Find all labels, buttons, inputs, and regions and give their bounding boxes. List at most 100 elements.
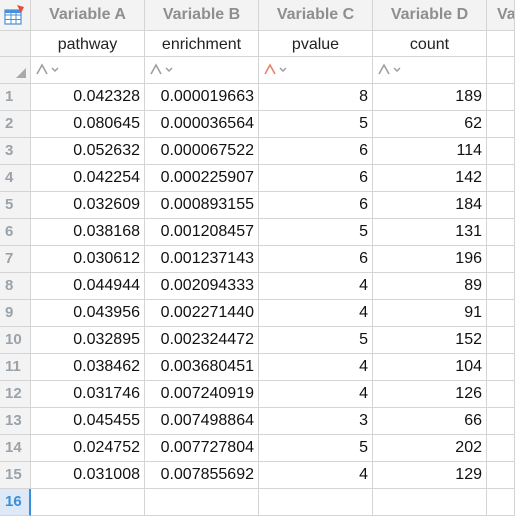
- table-cell[interactable]: 0.003680451: [145, 354, 259, 381]
- row-header[interactable]: 16: [0, 489, 31, 516]
- table-cell[interactable]: 0.080645: [31, 111, 145, 138]
- table-cell[interactable]: 0.042328: [31, 84, 145, 111]
- table-cell[interactable]: 0.002271440: [145, 300, 259, 327]
- table-cell[interactable]: 4: [259, 273, 373, 300]
- column-header-4[interactable]: Variable D: [373, 0, 487, 31]
- row-header[interactable]: 5: [0, 192, 31, 219]
- select-all-corner[interactable]: [0, 57, 31, 84]
- table-cell[interactable]: 5: [259, 111, 373, 138]
- table-cell[interactable]: 0.038462: [31, 354, 145, 381]
- table-cell[interactable]: [487, 381, 515, 408]
- row-header[interactable]: 13: [0, 408, 31, 435]
- table-cell[interactable]: [487, 246, 515, 273]
- table-cell[interactable]: 0.024752: [31, 435, 145, 462]
- table-grid-icon[interactable]: [3, 4, 27, 28]
- table-cell[interactable]: 5: [259, 435, 373, 462]
- table-cell[interactable]: [487, 192, 515, 219]
- sparkline-icon[interactable]: [377, 62, 403, 76]
- table-cell[interactable]: 6: [259, 165, 373, 192]
- table-cell[interactable]: 5: [259, 219, 373, 246]
- table-cell[interactable]: 6: [259, 138, 373, 165]
- row-header[interactable]: 8: [0, 273, 31, 300]
- table-cell[interactable]: 0.031008: [31, 462, 145, 489]
- table-cell[interactable]: 4: [259, 462, 373, 489]
- table-cell[interactable]: 0.000067522: [145, 138, 259, 165]
- table-cell[interactable]: 89: [373, 273, 487, 300]
- column-filter-3[interactable]: [259, 57, 373, 84]
- table-cell[interactable]: 8: [259, 84, 373, 111]
- column-name-1[interactable]: pathway: [31, 31, 145, 57]
- table-cell[interactable]: 0.042254: [31, 165, 145, 192]
- table-cell[interactable]: 0.032609: [31, 192, 145, 219]
- table-cell[interactable]: [487, 462, 515, 489]
- table-cell[interactable]: [487, 219, 515, 246]
- table-cell[interactable]: 126: [373, 381, 487, 408]
- table-cell[interactable]: 4: [259, 381, 373, 408]
- table-cell[interactable]: 129: [373, 462, 487, 489]
- table-cell[interactable]: [373, 489, 487, 516]
- table-cell[interactable]: 0.000036564: [145, 111, 259, 138]
- row-header[interactable]: 4: [0, 165, 31, 192]
- table-cell[interactable]: [487, 273, 515, 300]
- table-cell[interactable]: 0.000019663: [145, 84, 259, 111]
- table-cell[interactable]: 5: [259, 327, 373, 354]
- table-cell[interactable]: 104: [373, 354, 487, 381]
- row-header[interactable]: 6: [0, 219, 31, 246]
- row-header[interactable]: 9: [0, 300, 31, 327]
- sparkline-icon[interactable]: [263, 62, 289, 76]
- table-cell[interactable]: 184: [373, 192, 487, 219]
- column-header-1[interactable]: Variable A: [31, 0, 145, 31]
- table-cell[interactable]: 0.007855692: [145, 462, 259, 489]
- table-cell[interactable]: [487, 111, 515, 138]
- row-header[interactable]: 14: [0, 435, 31, 462]
- table-cell[interactable]: 3: [259, 408, 373, 435]
- column-header-5[interactable]: Va: [487, 0, 515, 31]
- table-cell[interactable]: 114: [373, 138, 487, 165]
- row-header[interactable]: 7: [0, 246, 31, 273]
- table-cell[interactable]: [487, 327, 515, 354]
- column-name-4[interactable]: count: [373, 31, 487, 57]
- table-cell[interactable]: 196: [373, 246, 487, 273]
- table-cell[interactable]: [487, 435, 515, 462]
- table-cell[interactable]: 0.043956: [31, 300, 145, 327]
- table-cell[interactable]: 0.002094333: [145, 273, 259, 300]
- table-cell[interactable]: 202: [373, 435, 487, 462]
- table-cell[interactable]: 0.031746: [31, 381, 145, 408]
- table-cell[interactable]: [145, 489, 259, 516]
- column-header-3[interactable]: Variable C: [259, 0, 373, 31]
- sparkline-icon[interactable]: [35, 62, 61, 76]
- table-cell[interactable]: 152: [373, 327, 487, 354]
- column-filter-5[interactable]: [487, 57, 515, 84]
- column-filter-4[interactable]: [373, 57, 487, 84]
- column-name-3[interactable]: pvalue: [259, 31, 373, 57]
- table-cell[interactable]: 0.007498864: [145, 408, 259, 435]
- table-cell[interactable]: 4: [259, 354, 373, 381]
- table-cell[interactable]: 62: [373, 111, 487, 138]
- sparkline-icon[interactable]: [149, 62, 175, 76]
- table-cell[interactable]: 142: [373, 165, 487, 192]
- table-cell[interactable]: 0.032895: [31, 327, 145, 354]
- table-cell[interactable]: 4: [259, 300, 373, 327]
- table-cell[interactable]: [487, 138, 515, 165]
- row-header[interactable]: 11: [0, 354, 31, 381]
- row-header[interactable]: 3: [0, 138, 31, 165]
- table-cell[interactable]: 0.052632: [31, 138, 145, 165]
- table-cell[interactable]: [487, 165, 515, 192]
- table-cell[interactable]: 0.000225907: [145, 165, 259, 192]
- table-cell[interactable]: 0.000893155: [145, 192, 259, 219]
- column-filter-2[interactable]: [145, 57, 259, 84]
- table-cell[interactable]: 0.045455: [31, 408, 145, 435]
- table-cell[interactable]: 0.038168: [31, 219, 145, 246]
- table-cell[interactable]: 131: [373, 219, 487, 246]
- column-name-5[interactable]: [487, 31, 515, 57]
- table-cell[interactable]: [31, 489, 145, 516]
- corner-header[interactable]: [0, 0, 31, 31]
- column-header-2[interactable]: Variable B: [145, 0, 259, 31]
- table-cell[interactable]: [487, 84, 515, 111]
- table-cell[interactable]: 0.030612: [31, 246, 145, 273]
- row-header[interactable]: 10: [0, 327, 31, 354]
- table-cell[interactable]: 6: [259, 192, 373, 219]
- table-cell[interactable]: 0.002324472: [145, 327, 259, 354]
- table-cell[interactable]: [259, 489, 373, 516]
- table-cell[interactable]: 0.001237143: [145, 246, 259, 273]
